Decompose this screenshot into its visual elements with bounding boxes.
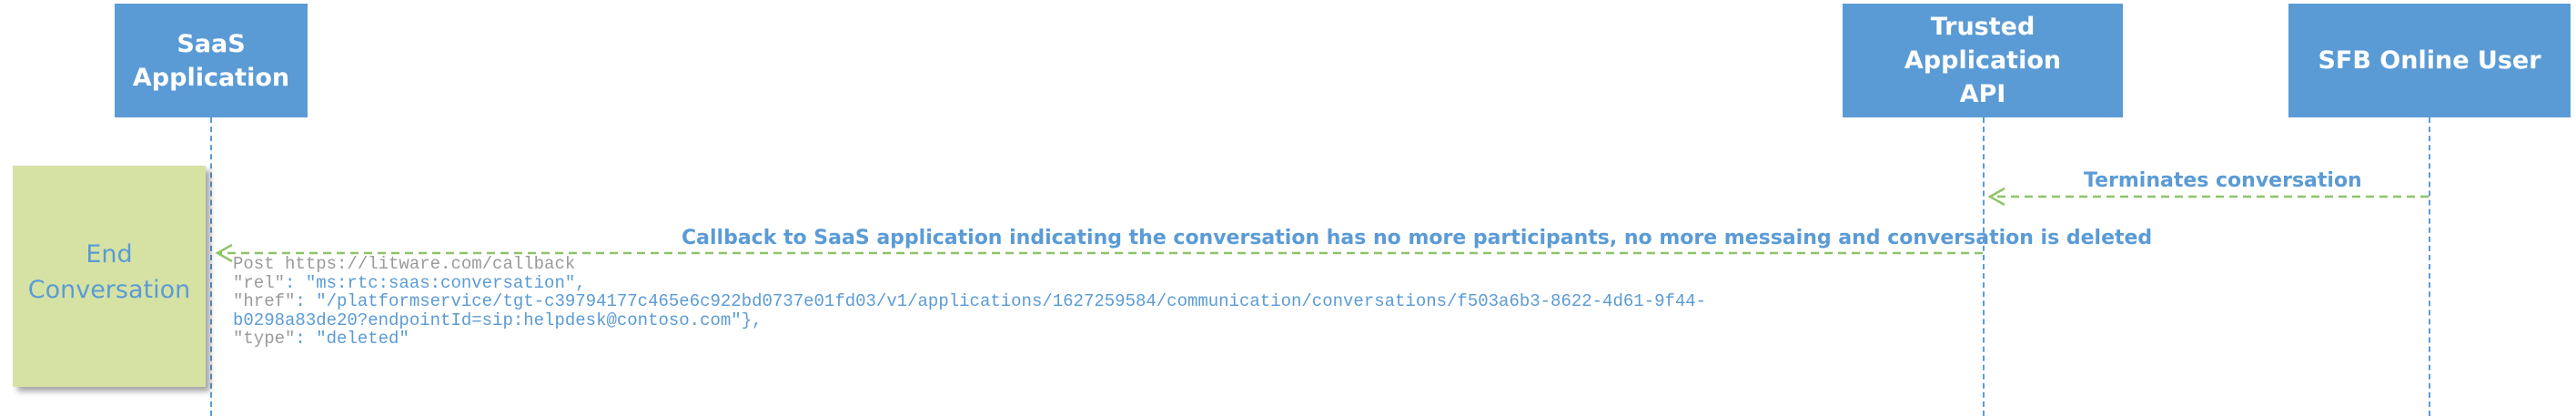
- callback-payload: Post https://litware.com/callback "rel":…: [233, 255, 1706, 349]
- terminates-conversation-arrowhead: [1987, 187, 2005, 207]
- trusted-application-api-actor-line-2: API: [1959, 80, 2006, 108]
- payload-rel-key: "rel": [233, 272, 286, 293]
- end-conversation-activity: End Conversation: [13, 166, 206, 387]
- saas-application-actor-line-1: SaaS: [177, 29, 246, 58]
- terminates-conversation-label: Terminates conversation: [2084, 169, 2362, 192]
- payload-href-key: "href": [233, 291, 296, 311]
- end-conversation-activity-line-1: End: [86, 239, 133, 269]
- payload-rel-value: : "ms:rtc:saas:conversation",: [285, 272, 586, 293]
- trusted-application-api-lifeline: [1983, 117, 1985, 416]
- payload-type-value: : "deleted": [295, 329, 409, 349]
- sfb-online-user-lifeline: [2429, 117, 2430, 416]
- payload-href-continuation: b0298a83de20?endpointId=sip:helpdesk@con…: [233, 309, 763, 330]
- payload-type-line: "type": "deleted": [233, 330, 1706, 349]
- payload-type-key: "type": [233, 329, 296, 349]
- message-arrows: [215, 187, 2429, 263]
- sfb-online-user-actor-label: SFB Online User: [2318, 46, 2541, 75]
- saas-application-actor: SaaS Application: [115, 4, 308, 117]
- payload-href-value: : "/platformservice/tgt-c39794177c465e6c…: [295, 291, 1707, 311]
- trusted-application-api-actor: Trusted Application API: [1843, 4, 2123, 117]
- saas-application-lifeline: [210, 117, 212, 416]
- payload-post-line: Post https://litware.com/callback: [233, 254, 576, 274]
- saas-application-actor-line-2: Application: [132, 63, 290, 92]
- end-conversation-activity-line-2: Conversation: [27, 275, 191, 304]
- payload-rel-line: "rel": "ms:rtc:saas:conversation",: [233, 272, 1706, 293]
- callback-arrowhead: [215, 243, 233, 263]
- sfb-online-user-actor: SFB Online User: [2288, 4, 2571, 117]
- payload-href-line: "href": "/platformservice/tgt-c39794177c…: [233, 292, 1706, 311]
- callback-message-label: Callback to SaaS application indicating …: [682, 227, 2153, 249]
- trusted-application-api-actor-line-1: Trusted Application: [1904, 13, 2062, 75]
